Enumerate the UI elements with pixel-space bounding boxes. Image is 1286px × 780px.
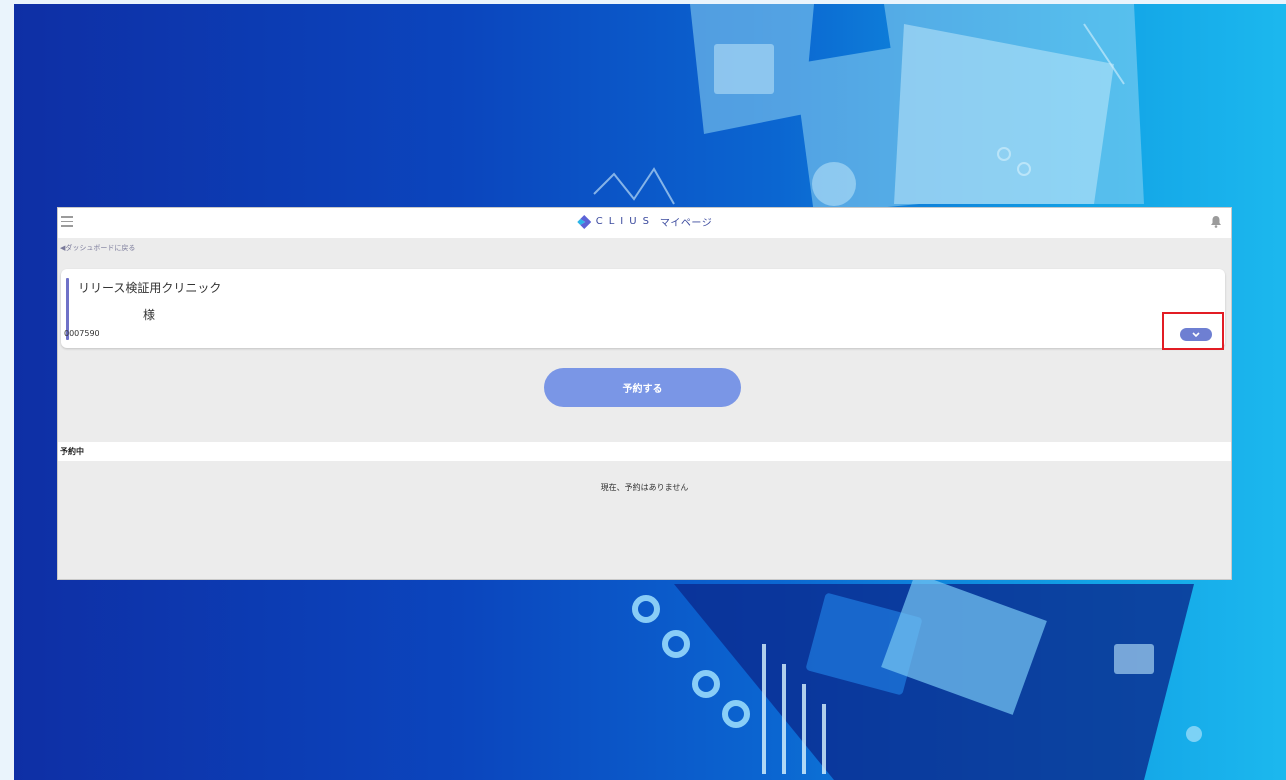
logo-text: CLIUS	[595, 216, 655, 227]
reservations-header: 予約中	[58, 442, 1231, 461]
app-logo: CLIUS マイページ	[576, 214, 713, 229]
reserve-button[interactable]: 予約する	[544, 368, 741, 407]
patient-honorific: 様	[143, 308, 156, 322]
logo-mark-icon	[576, 214, 591, 229]
notification-bell-icon[interactable]	[1210, 215, 1222, 228]
patient-id: 0007590	[64, 329, 100, 338]
clinic-name: リリース検証用クリニック	[78, 281, 222, 295]
back-to-dashboard-link[interactable]: ◀ダッシュボードに戻る	[60, 243, 135, 253]
patient-card: リリース検証用クリニック 様 0007590	[61, 269, 1225, 348]
annotation-highlight	[1162, 312, 1224, 350]
logo-subtitle: マイページ	[659, 218, 713, 229]
no-reservations-message: 現在、予約はありません	[600, 483, 689, 492]
section-title: 予約中	[60, 447, 84, 456]
app-window: CLIUS マイページ ◀ダッシュボードに戻る リリース検証用クリニック 様 0…	[57, 207, 1232, 580]
screenshot-page: CLIUS マイページ ◀ダッシュボードに戻る リリース検証用クリニック 様 0…	[0, 0, 1286, 780]
top-header: CLIUS マイページ	[58, 208, 1231, 238]
hamburger-menu-icon[interactable]	[61, 216, 73, 227]
